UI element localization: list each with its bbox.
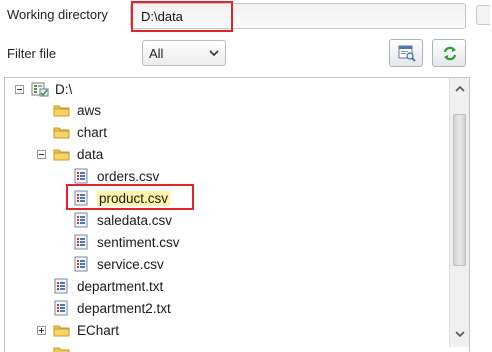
tree-item-label: department2.txt <box>77 300 171 316</box>
filter-file-select[interactable]: All <box>142 40 226 66</box>
expand-toggle-echart[interactable] <box>37 326 46 335</box>
chevron-down-icon <box>209 50 219 57</box>
collapse-toggle-root[interactable] <box>15 85 24 94</box>
tree-item-file[interactable]: department2.txt <box>53 297 171 319</box>
working-directory-field[interactable]: D:\data <box>130 3 466 29</box>
filter-selected-value: All <box>149 46 164 61</box>
tree-item-label: service.csv <box>97 256 164 272</box>
tree-item-label: EChart <box>77 322 120 338</box>
working-directory-label: Working directory <box>7 7 108 22</box>
file-icon <box>73 168 91 184</box>
tree-item-label: aws <box>77 102 102 118</box>
tree-item-file[interactable]: department.txt <box>53 275 163 297</box>
working-directory-value: D:\data <box>141 9 183 24</box>
file-tree-panel: D:\ aws chart data orders.csv product.cs… <box>4 77 470 352</box>
file-icon <box>53 278 71 294</box>
tree-scrollbar[interactable] <box>449 78 469 347</box>
tree-item-folder[interactable]: aws <box>53 99 101 121</box>
filter-file-label: Filter file <box>7 46 57 61</box>
folder-icon <box>53 102 71 118</box>
file-icon <box>73 234 91 250</box>
file-icon <box>53 300 71 316</box>
tree-item-label: D:\ <box>55 81 73 97</box>
tree-item-folder[interactable]: chart <box>53 121 107 143</box>
tree-item-label: sentiment.csv <box>97 234 180 250</box>
tree-item-label: chart <box>77 124 108 140</box>
scroll-up-icon[interactable] <box>453 83 467 95</box>
file-icon <box>73 190 91 206</box>
tree-item-file[interactable]: saledata.csv <box>73 209 172 231</box>
tree-item-label: product.csv <box>97 190 171 206</box>
tree-item-file[interactable]: sentiment.csv <box>73 231 180 253</box>
panel-edge-handle <box>476 5 490 25</box>
scroll-thumb[interactable] <box>453 114 466 266</box>
browse-folder-button[interactable] <box>389 39 423 67</box>
tree-item-label: saledata.csv <box>97 212 173 228</box>
file-icon <box>73 256 91 272</box>
folder-icon <box>53 322 71 338</box>
tree-item-label: data <box>77 146 104 162</box>
tree-item-file[interactable]: service.csv <box>73 253 164 275</box>
tree-item-folder[interactable]: data <box>53 143 103 165</box>
tree-item-file[interactable]: orders.csv <box>73 165 159 187</box>
tree-item-root[interactable]: D:\ <box>31 78 72 100</box>
tree-item-file-selected[interactable]: product.csv <box>73 187 171 209</box>
browse-folder-icon <box>398 45 416 62</box>
folder-icon <box>53 344 71 352</box>
file-icon <box>73 212 91 228</box>
drive-icon <box>31 81 49 97</box>
folder-icon <box>53 146 71 162</box>
tree-item-label: orders.csv <box>97 168 160 184</box>
folder-icon <box>53 124 71 140</box>
tree-item-label: department.txt <box>77 278 164 294</box>
collapse-toggle-data[interactable] <box>37 150 46 159</box>
refresh-button[interactable] <box>432 39 466 67</box>
scroll-down-icon[interactable] <box>453 328 467 340</box>
tree-item-folder[interactable]: EChart <box>53 319 119 341</box>
refresh-icon <box>443 46 457 61</box>
